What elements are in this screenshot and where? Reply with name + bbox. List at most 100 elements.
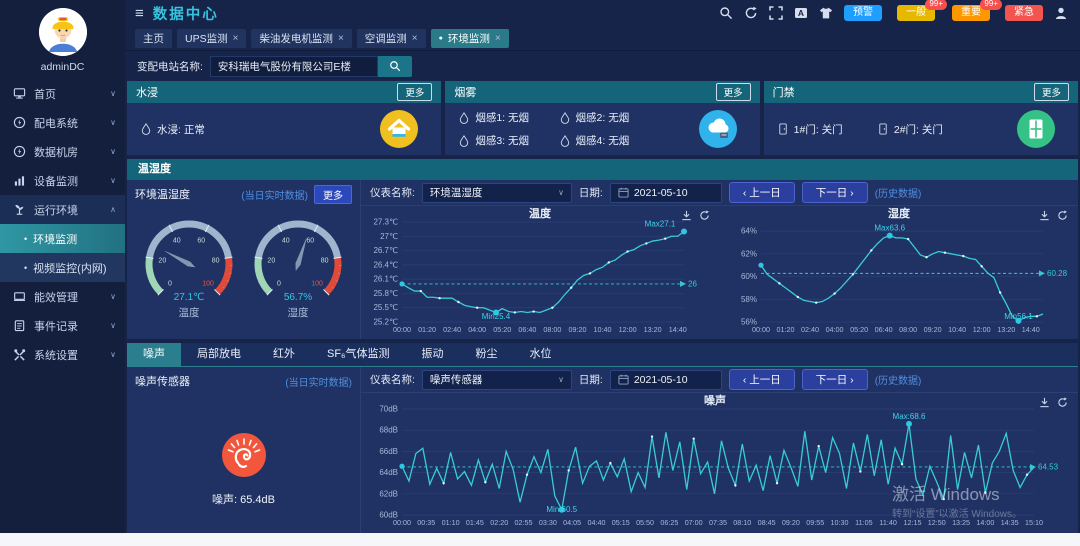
svg-text:0: 0 bbox=[168, 281, 172, 288]
download-icon[interactable] bbox=[1039, 210, 1050, 221]
download-icon[interactable] bbox=[1039, 397, 1050, 408]
station-search-button[interactable] bbox=[378, 56, 412, 77]
count-badge: 99+ bbox=[980, 0, 1002, 10]
refresh-icon[interactable] bbox=[744, 6, 758, 20]
sidebar-item-settings[interactable]: 系统设置 ∨ bbox=[0, 340, 125, 369]
close-icon[interactable]: × bbox=[495, 33, 501, 44]
tab-partial-discharge[interactable]: 局部放电 bbox=[181, 343, 257, 366]
svg-text:Min:60.5: Min:60.5 bbox=[546, 505, 577, 514]
svg-text:06:25: 06:25 bbox=[660, 518, 678, 527]
svg-text:40: 40 bbox=[282, 237, 290, 244]
svg-text:13:20: 13:20 bbox=[644, 325, 662, 334]
prev-day-button[interactable]: ‹ 上一日 bbox=[729, 182, 795, 203]
history-data-link[interactable]: (历史数据) bbox=[875, 372, 922, 387]
search-icon bbox=[389, 60, 401, 72]
svg-text:12:50: 12:50 bbox=[928, 518, 946, 527]
tab-infrared[interactable]: 红外 bbox=[257, 343, 311, 366]
svg-text:25.5℃: 25.5℃ bbox=[373, 303, 398, 312]
station-search-input[interactable] bbox=[210, 56, 378, 77]
svg-text:08:10: 08:10 bbox=[733, 518, 751, 527]
date-picker[interactable]: 2021-05-10 bbox=[610, 370, 722, 390]
username: adminDC bbox=[0, 61, 125, 73]
close-icon[interactable]: × bbox=[233, 33, 239, 44]
more-button[interactable]: 更多 bbox=[397, 83, 432, 101]
sidebar-item-device-monitor[interactable]: 设备监测 ∨ bbox=[0, 166, 125, 195]
noise-chart: 噪声60dB62dB64dB66dB68dB70dB00:0000:3501:1… bbox=[364, 394, 1075, 531]
more-button[interactable]: 更多 bbox=[1034, 83, 1069, 101]
svg-text:06:40: 06:40 bbox=[874, 325, 892, 334]
card-title: 水浸 bbox=[136, 84, 158, 100]
power-distribution-icon bbox=[13, 116, 26, 129]
more-button[interactable]: 更多 bbox=[314, 185, 352, 204]
next-day-button[interactable]: 下一日 › bbox=[802, 369, 868, 390]
prev-day-button[interactable]: ‹ 上一日 bbox=[729, 369, 795, 390]
svg-text:07:00: 07:00 bbox=[685, 518, 703, 527]
alert-general-button[interactable]: 一般99+ bbox=[897, 5, 935, 21]
refresh-icon[interactable] bbox=[1057, 397, 1068, 408]
refresh-icon[interactable] bbox=[1057, 210, 1068, 221]
sidebar-item-environment[interactable]: 运行环境 ∧ bbox=[0, 195, 125, 224]
sidebar-item-label: 能效管理 bbox=[34, 289, 78, 305]
sidebar-item-events[interactable]: 事件记录 ∨ bbox=[0, 311, 125, 340]
svg-text:00:00: 00:00 bbox=[752, 325, 770, 334]
svg-text:09:20: 09:20 bbox=[568, 325, 586, 334]
svg-text:60: 60 bbox=[306, 237, 314, 244]
meter-select[interactable]: 噪声传感器∨ bbox=[422, 370, 572, 390]
svg-text:08:45: 08:45 bbox=[758, 518, 776, 527]
svg-text:14:00: 14:00 bbox=[976, 518, 994, 527]
sidebar-item-energy[interactable]: 能效管理 ∨ bbox=[0, 282, 125, 311]
sidebar-item-data-room[interactable]: 数据机房 ∨ bbox=[0, 137, 125, 166]
sidebar-item-power-distribution[interactable]: 配电系统 ∨ bbox=[0, 108, 125, 137]
svg-text:05:20: 05:20 bbox=[493, 325, 511, 334]
search-icon[interactable] bbox=[719, 6, 733, 20]
translate-icon[interactable]: A bbox=[794, 6, 808, 20]
tab-environment[interactable]: ●环境监测× bbox=[431, 29, 509, 48]
close-icon[interactable]: × bbox=[338, 33, 344, 44]
svg-text:0: 0 bbox=[277, 281, 281, 288]
avatar[interactable] bbox=[39, 8, 87, 56]
tab-noise[interactable]: 噪声 bbox=[127, 343, 181, 366]
svg-text:27.1℃: 27.1℃ bbox=[174, 292, 205, 303]
alert-warning-button[interactable]: 预警 bbox=[844, 5, 882, 21]
tab-home[interactable]: 主页 bbox=[135, 29, 172, 48]
history-data-link[interactable]: (历史数据) bbox=[875, 185, 922, 200]
fullscreen-icon[interactable] bbox=[769, 6, 783, 20]
tab-dust[interactable]: 粉尘 bbox=[460, 343, 514, 366]
user-icon[interactable] bbox=[1054, 6, 1068, 20]
tab-vibration[interactable]: 振动 bbox=[406, 343, 460, 366]
more-button[interactable]: 更多 bbox=[716, 83, 751, 101]
download-icon[interactable] bbox=[681, 210, 692, 221]
sidebar-subitem-video-monitor[interactable]: • 视频监控(内网) bbox=[0, 253, 125, 282]
tab-diesel[interactable]: 柴油发电机监测× bbox=[251, 29, 351, 48]
tab-sf6-gas[interactable]: SF₆气体监测 bbox=[311, 343, 406, 366]
svg-text:60.28: 60.28 bbox=[1047, 269, 1068, 278]
menu-toggle-icon[interactable]: ≡ bbox=[135, 6, 144, 21]
temperature-gauge: 02040608010027.1℃温度 bbox=[137, 204, 241, 335]
tab-hvac[interactable]: 空调监测× bbox=[357, 29, 426, 48]
tab-water-level[interactable]: 水位 bbox=[514, 343, 568, 366]
alert-important-button[interactable]: 重要99+ bbox=[952, 5, 990, 21]
next-day-button[interactable]: 下一日 › bbox=[802, 182, 868, 203]
water-card: 水浸更多 水浸: 正常 bbox=[127, 81, 441, 155]
status-text: 烟感1: 无烟 bbox=[475, 110, 529, 125]
svg-text:56.7%: 56.7% bbox=[284, 292, 312, 303]
sidebar-subitem-env-monitor[interactable]: • 环境监测 bbox=[0, 224, 125, 253]
alert-urgent-button[interactable]: 紧急 bbox=[1005, 5, 1043, 21]
smoke-card: 烟雾更多 烟感1: 无烟 烟感2: 无烟 烟感3: 无烟 烟感4: 无烟 bbox=[445, 81, 759, 155]
svg-text:00:00: 00:00 bbox=[393, 518, 411, 527]
date-label: 日期: bbox=[579, 372, 603, 387]
svg-text:60%: 60% bbox=[740, 272, 756, 281]
home-icon bbox=[13, 87, 26, 100]
tab-ups[interactable]: UPS监测× bbox=[177, 29, 246, 48]
svg-text:100: 100 bbox=[202, 281, 214, 288]
card-title: 门禁 bbox=[773, 84, 795, 100]
refresh-icon[interactable] bbox=[699, 210, 710, 221]
status-cards-row: 水浸更多 水浸: 正常 烟雾更多 bbox=[127, 81, 1078, 155]
meter-select[interactable]: 环境温湿度∨ bbox=[422, 183, 572, 203]
date-picker[interactable]: 2021-05-10 bbox=[610, 183, 722, 203]
chevron-up-icon: ∧ bbox=[110, 205, 116, 214]
sidebar-item-home[interactable]: 首页 ∨ bbox=[0, 79, 125, 108]
svg-text:40: 40 bbox=[173, 237, 181, 244]
theme-shirt-icon[interactable] bbox=[819, 6, 833, 20]
close-icon[interactable]: × bbox=[412, 33, 418, 44]
